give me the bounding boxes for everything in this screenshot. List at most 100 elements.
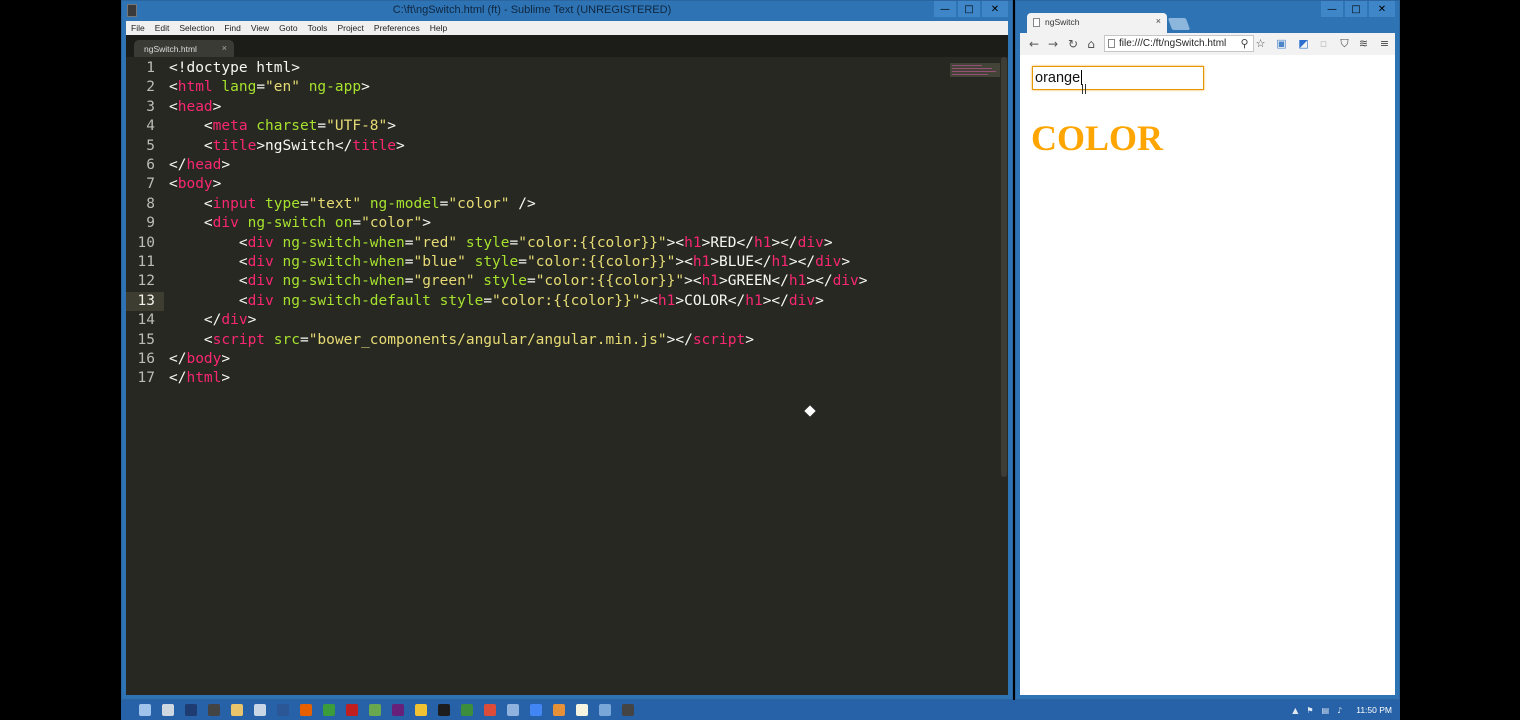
bookmark-star-icon[interactable]: ☆	[1254, 37, 1267, 50]
menu-item-tools[interactable]: Tools	[303, 23, 333, 33]
code-token: h1	[701, 273, 720, 290]
browser-tab[interactable]: ngSwitch ×	[1027, 13, 1167, 33]
terminal-icon[interactable]	[185, 704, 197, 716]
code-line[interactable]: <html lang="en" ng-app>	[169, 78, 370, 97]
menu-item-selection[interactable]: Selection	[174, 23, 219, 33]
files-icon[interactable]	[254, 704, 266, 716]
chart-icon[interactable]	[553, 704, 565, 716]
menu-item-edit[interactable]: Edit	[150, 23, 175, 33]
filezilla-icon[interactable]	[346, 704, 358, 716]
tool-icon[interactable]	[369, 704, 381, 716]
code-line[interactable]: <script src="bower_components/angular/an…	[169, 331, 754, 350]
code-token: ><	[675, 254, 693, 270]
sublime-window: C:\ft\ngSwitch.html (ft) - Sublime Text …	[121, 0, 1013, 700]
code-line[interactable]: </html>	[169, 369, 230, 388]
clock[interactable]: 11:50 PM	[1356, 705, 1392, 715]
forward-arrow-icon[interactable]: →	[1045, 36, 1061, 52]
tray-icon[interactable]: ⚑	[1306, 706, 1313, 715]
code-token: "red"	[413, 234, 458, 251]
settings-icon[interactable]	[507, 704, 519, 716]
pycharm-icon[interactable]	[438, 704, 450, 716]
text-cursor-icon	[1082, 84, 1086, 94]
home-icon[interactable]: ⌂	[1083, 36, 1099, 52]
tab-close-icon[interactable]: ×	[1156, 16, 1161, 26]
code-line[interactable]: <input type="text" ng-model="color" />	[169, 195, 536, 214]
extension-icon[interactable]: ▣	[1275, 37, 1288, 50]
code-token: script	[692, 331, 746, 348]
visual-studio-icon[interactable]	[392, 704, 404, 716]
code-token: >	[212, 176, 222, 193]
line-number: 3	[146, 98, 155, 115]
code-line[interactable]: <div ng-switch-default style="color:{{co…	[169, 292, 824, 311]
powershell-icon[interactable]	[277, 704, 289, 716]
sublime-icon[interactable]	[208, 704, 220, 716]
code-line[interactable]: </body>	[169, 350, 230, 369]
code-line[interactable]: <head>	[169, 98, 221, 117]
code-line[interactable]: <meta charset="UTF-8">	[169, 117, 396, 136]
maximize-button[interactable]: □	[1345, 1, 1367, 17]
minimize-button[interactable]: —	[934, 1, 956, 17]
code-line[interactable]: </div>	[169, 311, 256, 330]
new-tab-button[interactable]	[1167, 18, 1191, 30]
folder-icon[interactable]	[231, 704, 243, 716]
notes-icon[interactable]	[415, 704, 427, 716]
pocket-icon[interactable]: ⛉	[1338, 37, 1351, 50]
menu-item-project[interactable]: Project	[332, 23, 368, 33]
notepad-icon[interactable]	[576, 704, 588, 716]
code-token: </	[169, 157, 187, 173]
code-line[interactable]: <div ng-switch-when="green" style="color…	[169, 272, 868, 291]
extension-icon[interactable]: ◩	[1297, 37, 1310, 50]
minimize-button[interactable]: —	[1321, 1, 1343, 17]
start-icon[interactable]	[139, 704, 151, 716]
code-token: style	[474, 273, 527, 290]
code-editor[interactable]: 1 <!doctype html> 2 <html lang="en" ng-app>…	[126, 57, 1008, 695]
sublime-titlebar[interactable]: C:\ft\ngSwitch.html (ft) - Sublime Text …	[122, 1, 1012, 21]
code-line[interactable]: </head>	[169, 156, 230, 175]
app-icon[interactable]	[622, 704, 634, 716]
google-icon[interactable]	[530, 704, 542, 716]
menu-item-help[interactable]: Help	[425, 23, 452, 33]
network-icon[interactable]	[461, 704, 473, 716]
line-number: 4	[146, 118, 155, 135]
address-bar[interactable]: file:///C:/ft/ngSwitch.html	[1104, 35, 1254, 52]
tab-ngswitch-html[interactable]: ngSwitch.html ×	[134, 40, 234, 57]
extension-icon[interactable]: ▫	[1317, 37, 1330, 50]
git-icon[interactable]	[323, 704, 335, 716]
menu-icon[interactable]: ≡	[1378, 37, 1391, 50]
reload-icon[interactable]: ↻	[1065, 36, 1081, 52]
close-button[interactable]: ✕	[1369, 1, 1395, 17]
paint-icon[interactable]	[599, 704, 611, 716]
code-line[interactable]: <!doctype html>	[169, 59, 300, 78]
layers-icon[interactable]: ≋	[1357, 37, 1370, 50]
code-line[interactable]: <body>	[169, 175, 221, 194]
tray-icon[interactable]: ♪	[1337, 706, 1342, 715]
firefox-icon[interactable]	[300, 704, 312, 716]
vertical-scrollbar[interactable]	[1001, 57, 1007, 477]
menu-item-preferences[interactable]: Preferences	[369, 23, 425, 33]
line-number: 16	[137, 351, 155, 367]
close-button[interactable]: ✕	[982, 1, 1008, 17]
code-token: "en"	[265, 79, 300, 96]
menu-bar: File Edit Selection Find View Goto Tools Projec…	[126, 21, 1008, 35]
back-arrow-icon[interactable]: ←	[1026, 36, 1042, 52]
code-line[interactable]: <title>ngSwitch</title>	[169, 137, 405, 156]
code-token: <	[169, 98, 178, 115]
chrome-icon[interactable]	[484, 704, 496, 716]
tray-icon[interactable]: ▲	[1292, 706, 1298, 715]
menu-item-file[interactable]: File	[126, 23, 150, 33]
maximize-button[interactable]: □	[958, 1, 980, 17]
menu-item-goto[interactable]: Goto	[274, 23, 302, 33]
tray-icon[interactable]: ▤	[1322, 706, 1330, 715]
minimap[interactable]	[950, 63, 1000, 77]
menu-item-find[interactable]: Find	[219, 23, 246, 33]
tab-close-icon[interactable]: ×	[222, 43, 227, 53]
code-token: >	[212, 98, 222, 115]
menu-item-view[interactable]: View	[246, 23, 274, 33]
code-token: =	[299, 195, 309, 212]
color-input[interactable]: orange	[1032, 66, 1204, 90]
code-line[interactable]: <div ng-switch-when="blue" style="color:…	[169, 253, 850, 272]
search-icon[interactable]	[162, 704, 174, 716]
code-line[interactable]: <div ng-switch-when="red" style="color:{…	[169, 234, 833, 253]
code-line[interactable]: <div ng-switch on="color">	[169, 214, 431, 233]
zoom-icon[interactable]: ⚲	[1238, 37, 1251, 50]
